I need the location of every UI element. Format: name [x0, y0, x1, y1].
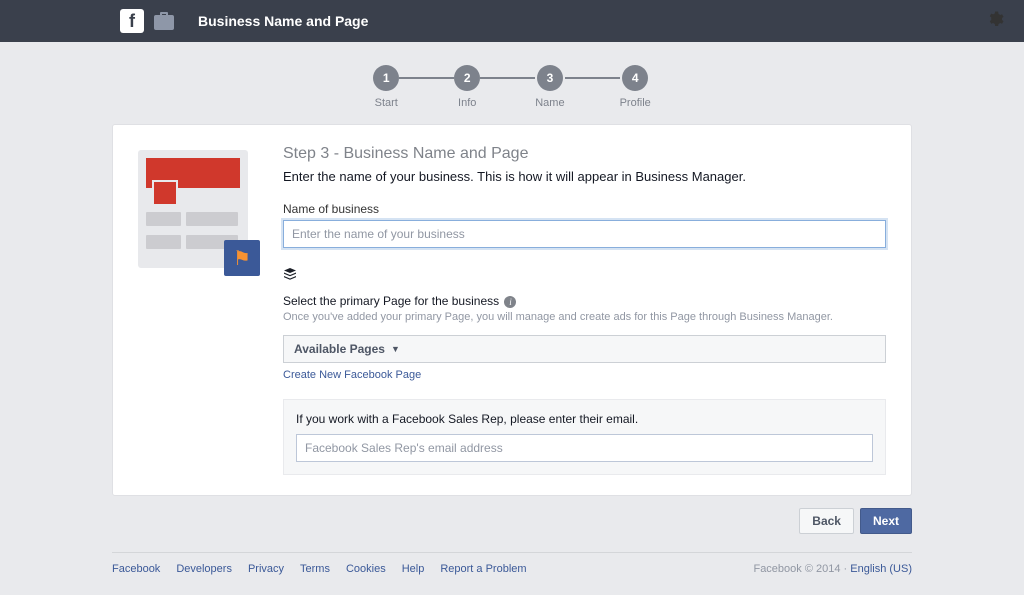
footer: Facebook Developers Privacy Terms Cookie… — [112, 552, 912, 595]
info-icon[interactable]: i — [504, 296, 516, 308]
facebook-logo-icon[interactable]: f — [120, 9, 144, 33]
step-description: Enter the name of your business. This is… — [283, 169, 886, 184]
primary-page-help: Once you've added your primary Page, you… — [283, 310, 886, 325]
step-circle: 1 — [373, 65, 399, 91]
step-title: Step 3 - Business Name and Page — [283, 145, 886, 163]
next-button[interactable]: Next — [860, 508, 912, 534]
step-circle: 4 — [622, 65, 648, 91]
back-button[interactable]: Back — [799, 508, 854, 534]
topbar: f Business Name and Page — [0, 0, 1024, 42]
step-circle: 2 — [454, 65, 480, 91]
content-area: Step 3 - Business Name and Page Enter th… — [283, 145, 886, 475]
step-3: 3 Name — [535, 65, 564, 109]
create-new-page-link[interactable]: Create New Facebook Page — [283, 369, 421, 381]
step-2: 2 Info — [454, 65, 480, 109]
button-row: Back Next — [112, 508, 912, 534]
step-label: Profile — [620, 97, 651, 109]
step-circle: 3 — [537, 65, 563, 91]
main-card: ⚑ Step 3 - Business Name and Page Enter … — [112, 124, 912, 496]
footer-link-report[interactable]: Report a Problem — [440, 563, 526, 575]
flag-badge-icon: ⚑ — [224, 240, 260, 276]
dropdown-label: Available Pages — [294, 342, 385, 356]
sales-rep-email-input[interactable] — [296, 434, 873, 462]
step-label: Name — [535, 97, 564, 109]
step-line — [399, 77, 454, 79]
step-line — [565, 77, 620, 79]
step-1: 1 Start — [373, 65, 399, 109]
footer-link-developers[interactable]: Developers — [176, 563, 232, 575]
business-name-label: Name of business — [283, 202, 886, 216]
available-pages-dropdown[interactable]: Available Pages ▼ — [283, 335, 886, 363]
briefcase-icon[interactable] — [152, 9, 176, 33]
pages-stack-icon — [283, 268, 297, 286]
step-line — [480, 77, 535, 79]
footer-link-cookies[interactable]: Cookies — [346, 563, 386, 575]
topbar-left: f Business Name and Page — [120, 9, 368, 33]
footer-right: Facebook © 2014 · English (US) — [753, 563, 912, 575]
footer-link-help[interactable]: Help — [402, 563, 425, 575]
step-label: Info — [458, 97, 476, 109]
gear-icon[interactable] — [986, 10, 1004, 33]
step-4: 4 Profile — [620, 65, 651, 109]
sales-rep-box: If you work with a Facebook Sales Rep, p… — [283, 399, 886, 475]
page-illustration: ⚑ — [138, 145, 258, 475]
footer-link-terms[interactable]: Terms — [300, 563, 330, 575]
footer-language-link[interactable]: English (US) — [850, 563, 912, 575]
footer-link-privacy[interactable]: Privacy — [248, 563, 284, 575]
business-name-input[interactable] — [283, 220, 886, 248]
step-label: Start — [375, 97, 398, 109]
footer-copyright: Facebook © 2014 · — [753, 563, 850, 575]
footer-link-facebook[interactable]: Facebook — [112, 563, 160, 575]
sales-rep-label: If you work with a Facebook Sales Rep, p… — [296, 412, 873, 426]
topbar-title: Business Name and Page — [198, 13, 368, 29]
stepper: 1 Start 2 Info 3 Name 4 Profile — [112, 57, 912, 124]
primary-page-label: Select the primary Page for the business… — [283, 294, 886, 308]
chevron-down-icon: ▼ — [391, 344, 400, 354]
footer-links: Facebook Developers Privacy Terms Cookie… — [112, 563, 527, 575]
primary-page-label-text: Select the primary Page for the business — [283, 294, 499, 308]
